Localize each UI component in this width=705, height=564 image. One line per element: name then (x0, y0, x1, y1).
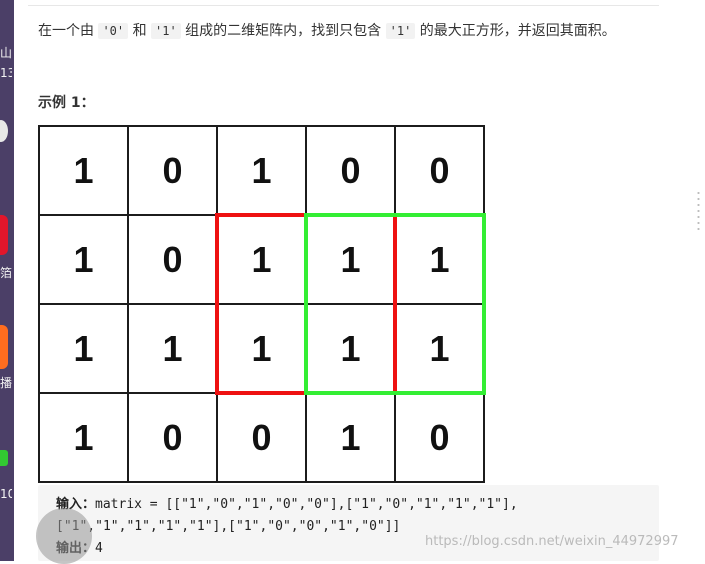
chat-bubble-icon[interactable] (0, 120, 8, 142)
side-label-d: 播 (0, 376, 12, 390)
left-app-strip: 山 13. 箔牙 播 10. (0, 0, 14, 561)
matrix-cell-r3-c4: 0 (429, 416, 450, 458)
matrix-cell-r0-c2: 1 (251, 149, 272, 191)
side-label-b: 13. (0, 66, 12, 80)
side-label-a: 山 (0, 46, 12, 60)
code-zero: '0' (98, 23, 129, 39)
grid-hline (38, 481, 485, 483)
matrix-cell-r0-c4: 0 (429, 149, 450, 191)
output-value: 4 (95, 541, 103, 556)
csdn-watermark: https://blog.csdn.net/weixin_44972997 (425, 534, 679, 549)
problem-statement: 在一个由 '0' 和 '1' 组成的二维矩阵内，找到只包含 '1' 的最大正方形… (38, 23, 616, 39)
code-one: '1' (151, 23, 181, 39)
grid-hline (38, 125, 485, 127)
orange-app-icon[interactable] (0, 325, 8, 369)
matrix-cell-r3-c2: 0 (251, 416, 272, 458)
green-app-icon[interactable] (0, 450, 8, 466)
input-line-1: matrix = [["1","0","1","0","0"],["1","0"… (95, 497, 518, 512)
green-highlight-square (304, 213, 486, 395)
matrix-cell-r1-c0: 1 (73, 238, 94, 280)
matrix-cell-r1-c1: 0 (162, 238, 183, 280)
red-app-icon[interactable] (0, 215, 8, 255)
floating-chat-bubble[interactable] (36, 508, 92, 564)
matrix-cell-r0-c0: 1 (73, 149, 94, 191)
matrix-cell-r0-c3: 0 (340, 149, 361, 191)
matrix-cell-r2-c1: 1 (162, 327, 183, 369)
matrix-cell-r3-c1: 0 (162, 416, 183, 458)
matrix-cell-r0-c1: 0 (162, 149, 183, 191)
scrollbar-handle[interactable] (697, 190, 700, 230)
input-line-2: ["1","1","1","1","1"],["1","0","0","1","… (56, 519, 401, 534)
code-one-again: '1' (385, 23, 416, 39)
top-divider (28, 5, 659, 6)
matrix-figure: 10100101111111110010 (38, 125, 488, 483)
matrix-cell-r2-c0: 1 (73, 327, 94, 369)
matrix-cell-r3-c3: 1 (340, 416, 361, 458)
example-title: 示例 1： (38, 95, 95, 111)
matrix-cell-r3-c0: 1 (73, 416, 94, 458)
side-label-e: 10. (0, 487, 12, 501)
side-label-c: 箔牙 (0, 266, 12, 280)
example-code-block: 输入：matrix = [["1","0","1","0","0"],["1",… (38, 485, 659, 561)
